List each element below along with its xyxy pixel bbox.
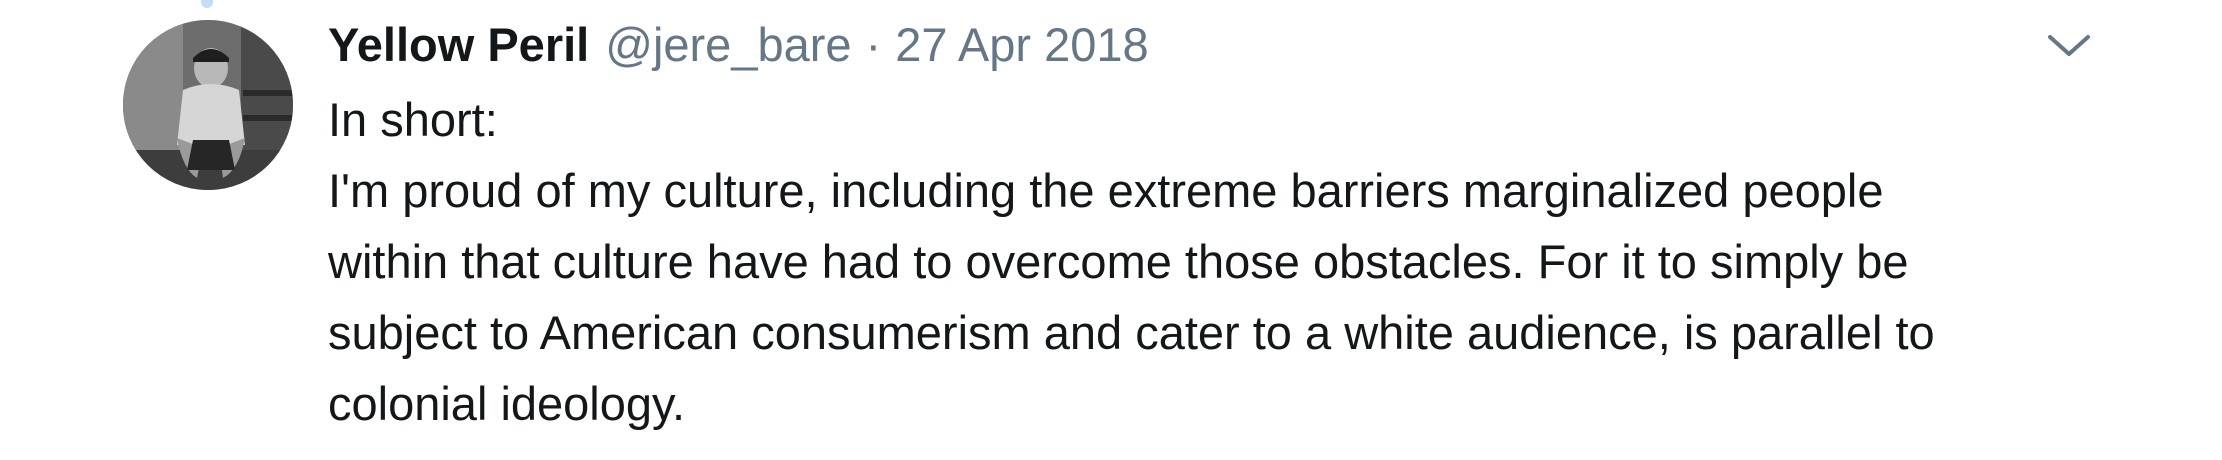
tweet-menu-button[interactable] [2044,26,2094,66]
chevron-down-icon [2048,35,2090,56]
tweet-header: Yellow Peril @jere_bare · 27 Apr 2018 [328,14,1149,76]
avatar[interactable] [123,20,293,190]
avatar-photo [123,20,293,190]
tweet-text-line: I'm proud of my culture, including the e… [328,164,1884,217]
thread-connector [201,0,213,8]
timestamp-link[interactable]: 27 Apr 2018 [895,14,1149,76]
username-handle[interactable]: @jere_bare [605,14,851,76]
tweet-text-line: In short: [328,93,498,146]
tweet-text-line: colonial ideology. [328,377,686,430]
tweet-text-line: within that culture have had to overcome… [328,235,1909,288]
tweet[interactable]: Yellow Peril @jere_bare · 27 Apr 2018 In… [0,0,2222,460]
display-name[interactable]: Yellow Peril [328,14,589,76]
meta-separator: · [865,18,882,71]
tweet-text: In short: I'm proud of my culture, inclu… [328,84,2108,439]
tweet-text-line: subject to American consumerism and cate… [328,306,1935,359]
